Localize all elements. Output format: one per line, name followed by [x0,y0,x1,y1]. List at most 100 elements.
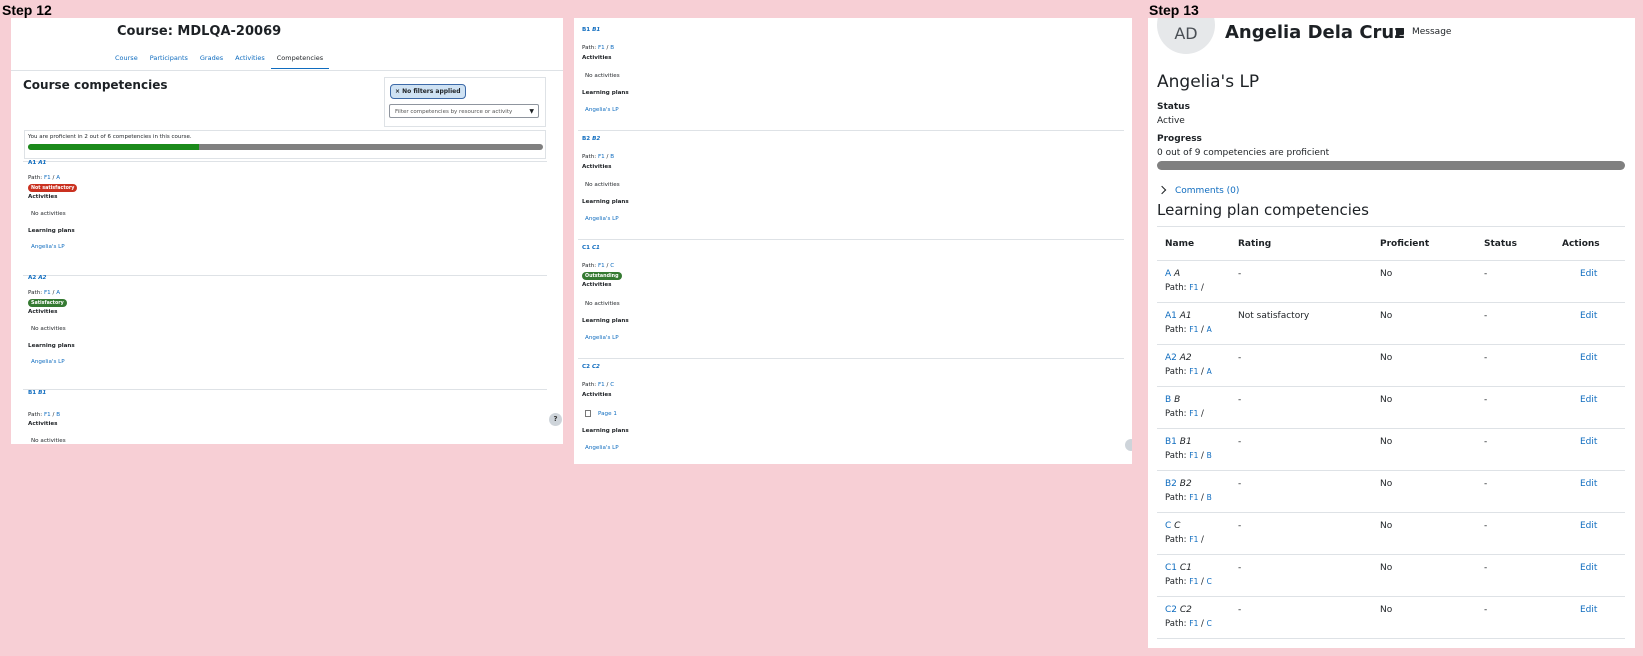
activity-link[interactable]: Page 1 [598,411,617,417]
comments-link[interactable]: Comments (0) [1175,186,1239,196]
path-link[interactable]: C [610,382,614,388]
path-link[interactable]: F1 [598,382,605,388]
competency-link[interactable]: B2 [1165,479,1177,489]
competency-heading[interactable]: A2 A2 [28,275,46,281]
table-row: B2 B2 Path: F1 / B - No - Edit [1157,470,1625,513]
path-link[interactable]: A [1207,367,1212,376]
path-link[interactable]: A [56,175,60,181]
cell-proficient: No [1372,302,1476,345]
competency-link[interactable]: A [1165,269,1171,279]
competency-link[interactable]: C [1165,521,1171,531]
tab-course[interactable]: Course [109,50,144,69]
message-button[interactable]: Message [1412,27,1451,37]
activity-item[interactable]: Page 1 [585,410,617,417]
edit-button[interactable]: Edit [1580,605,1597,615]
table-header-row: Name Rating Proficient Status Actions [1157,226,1625,261]
path-link[interactable]: B [56,412,60,418]
learning-plan-link[interactable]: Angelia's LP [585,107,619,113]
competency-heading[interactable]: A1 A1 [28,160,46,166]
path-link[interactable]: C [610,263,614,269]
filter-select[interactable]: Filter competencies by resource or activ… [389,104,539,118]
cell-name: C2 C2 Path: F1 / C [1157,596,1230,639]
competency-heading[interactable]: C2 C2 [582,364,600,370]
path-link[interactable]: F1 [1189,619,1198,628]
edit-button[interactable]: Edit [1580,311,1597,321]
cell-status: - [1476,470,1554,513]
cell-rating: - [1230,512,1372,555]
path-link[interactable]: F1 [598,263,605,269]
edit-button[interactable]: Edit [1580,521,1597,531]
tab-participants[interactable]: Participants [144,50,194,69]
learning-plans-label: Learning plans [582,428,629,434]
activities-label: Activities [28,309,58,315]
path-link[interactable]: C [1207,619,1212,628]
comments-toggle[interactable]: Comments (0) [1157,185,1239,196]
edit-button[interactable]: Edit [1580,353,1597,363]
path-link[interactable]: C [1207,577,1212,586]
learning-plan-link[interactable]: Angelia's LP [585,335,619,341]
path-link[interactable]: F1 [44,175,51,181]
competency-heading[interactable]: B1 B1 [582,27,600,33]
learning-plan-link[interactable]: Angelia's LP [31,244,65,250]
competency-link[interactable]: A2 [1165,353,1177,363]
competency-path: Path: F1 / A [1165,325,1212,335]
path-link[interactable]: B [610,154,614,160]
path-link[interactable]: F1 [44,290,51,296]
path-link[interactable]: F1 [1189,577,1198,586]
competency-link[interactable]: B1 [1165,437,1177,447]
help-icon[interactable] [1125,439,1132,451]
competencies-table: Name Rating Proficient Status Actions A … [1157,226,1625,639]
path-link[interactable]: F1 [598,154,605,160]
edit-button[interactable]: Edit [1580,479,1597,489]
tab-competencies[interactable]: Competencies [270,50,330,69]
path-link[interactable]: F1 [1189,535,1198,544]
message-icon[interactable] [1396,28,1404,38]
col-status: Status [1476,226,1554,261]
edit-button[interactable]: Edit [1580,437,1597,447]
cell-actions: Edit [1554,554,1625,597]
competency-path: Path: F1 / A [28,290,61,296]
path-link[interactable]: A [56,290,60,296]
path-link[interactable]: B [1207,451,1212,460]
proficiency-box: You are proficient in 2 out of 6 compete… [24,130,546,159]
edit-button[interactable]: Edit [1580,395,1597,405]
path-link[interactable]: B [1207,493,1212,502]
cell-status: - [1476,428,1554,471]
help-icon[interactable]: ? [549,413,562,426]
path-link[interactable]: F1 [1189,283,1198,292]
tab-grades[interactable]: Grades [194,50,229,69]
path-link[interactable]: F1 [1189,325,1198,334]
cell-rating: - [1230,386,1372,429]
avatar: AD [1157,18,1215,54]
path-link[interactable]: F1 [1189,409,1198,418]
rating-badge: Satisfactory [28,299,67,307]
table-row: B B Path: F1 / - No - Edit [1157,386,1625,429]
competency-heading[interactable]: C1 C1 [582,245,600,251]
learning-plan-link[interactable]: Angelia's LP [31,359,65,365]
edit-button[interactable]: Edit [1580,563,1597,573]
path-link[interactable]: F1 [44,412,51,418]
learning-plan-link[interactable]: Angelia's LP [585,216,619,222]
competency-link[interactable]: C1 [1165,563,1177,573]
no-activities: No activities [31,211,66,217]
learning-plan-link[interactable]: Angelia's LP [585,445,619,451]
path-link[interactable]: A [1207,325,1212,334]
rating-badge-wrap: Outstanding [582,272,622,280]
no-filters-button[interactable]: × No filters applied [390,84,466,99]
activities-label: Activities [582,55,612,61]
divider [23,161,547,162]
competency-link[interactable]: C2 [1165,605,1177,615]
path-link[interactable]: F1 [1189,367,1198,376]
competency-heading[interactable]: B2 B2 [582,136,600,142]
competency-heading[interactable]: B1 B1 [28,390,46,396]
path-link[interactable]: F1 [1189,451,1198,460]
path-link[interactable]: F1 [598,45,605,51]
competency-link[interactable]: A1 [1165,311,1177,321]
competency-link[interactable]: B [1165,395,1171,405]
divider [578,239,1124,240]
cell-proficient: No [1372,344,1476,387]
edit-button[interactable]: Edit [1580,269,1597,279]
path-link[interactable]: F1 [1189,493,1198,502]
path-link[interactable]: B [610,45,614,51]
tab-activities[interactable]: Activities [229,50,271,69]
